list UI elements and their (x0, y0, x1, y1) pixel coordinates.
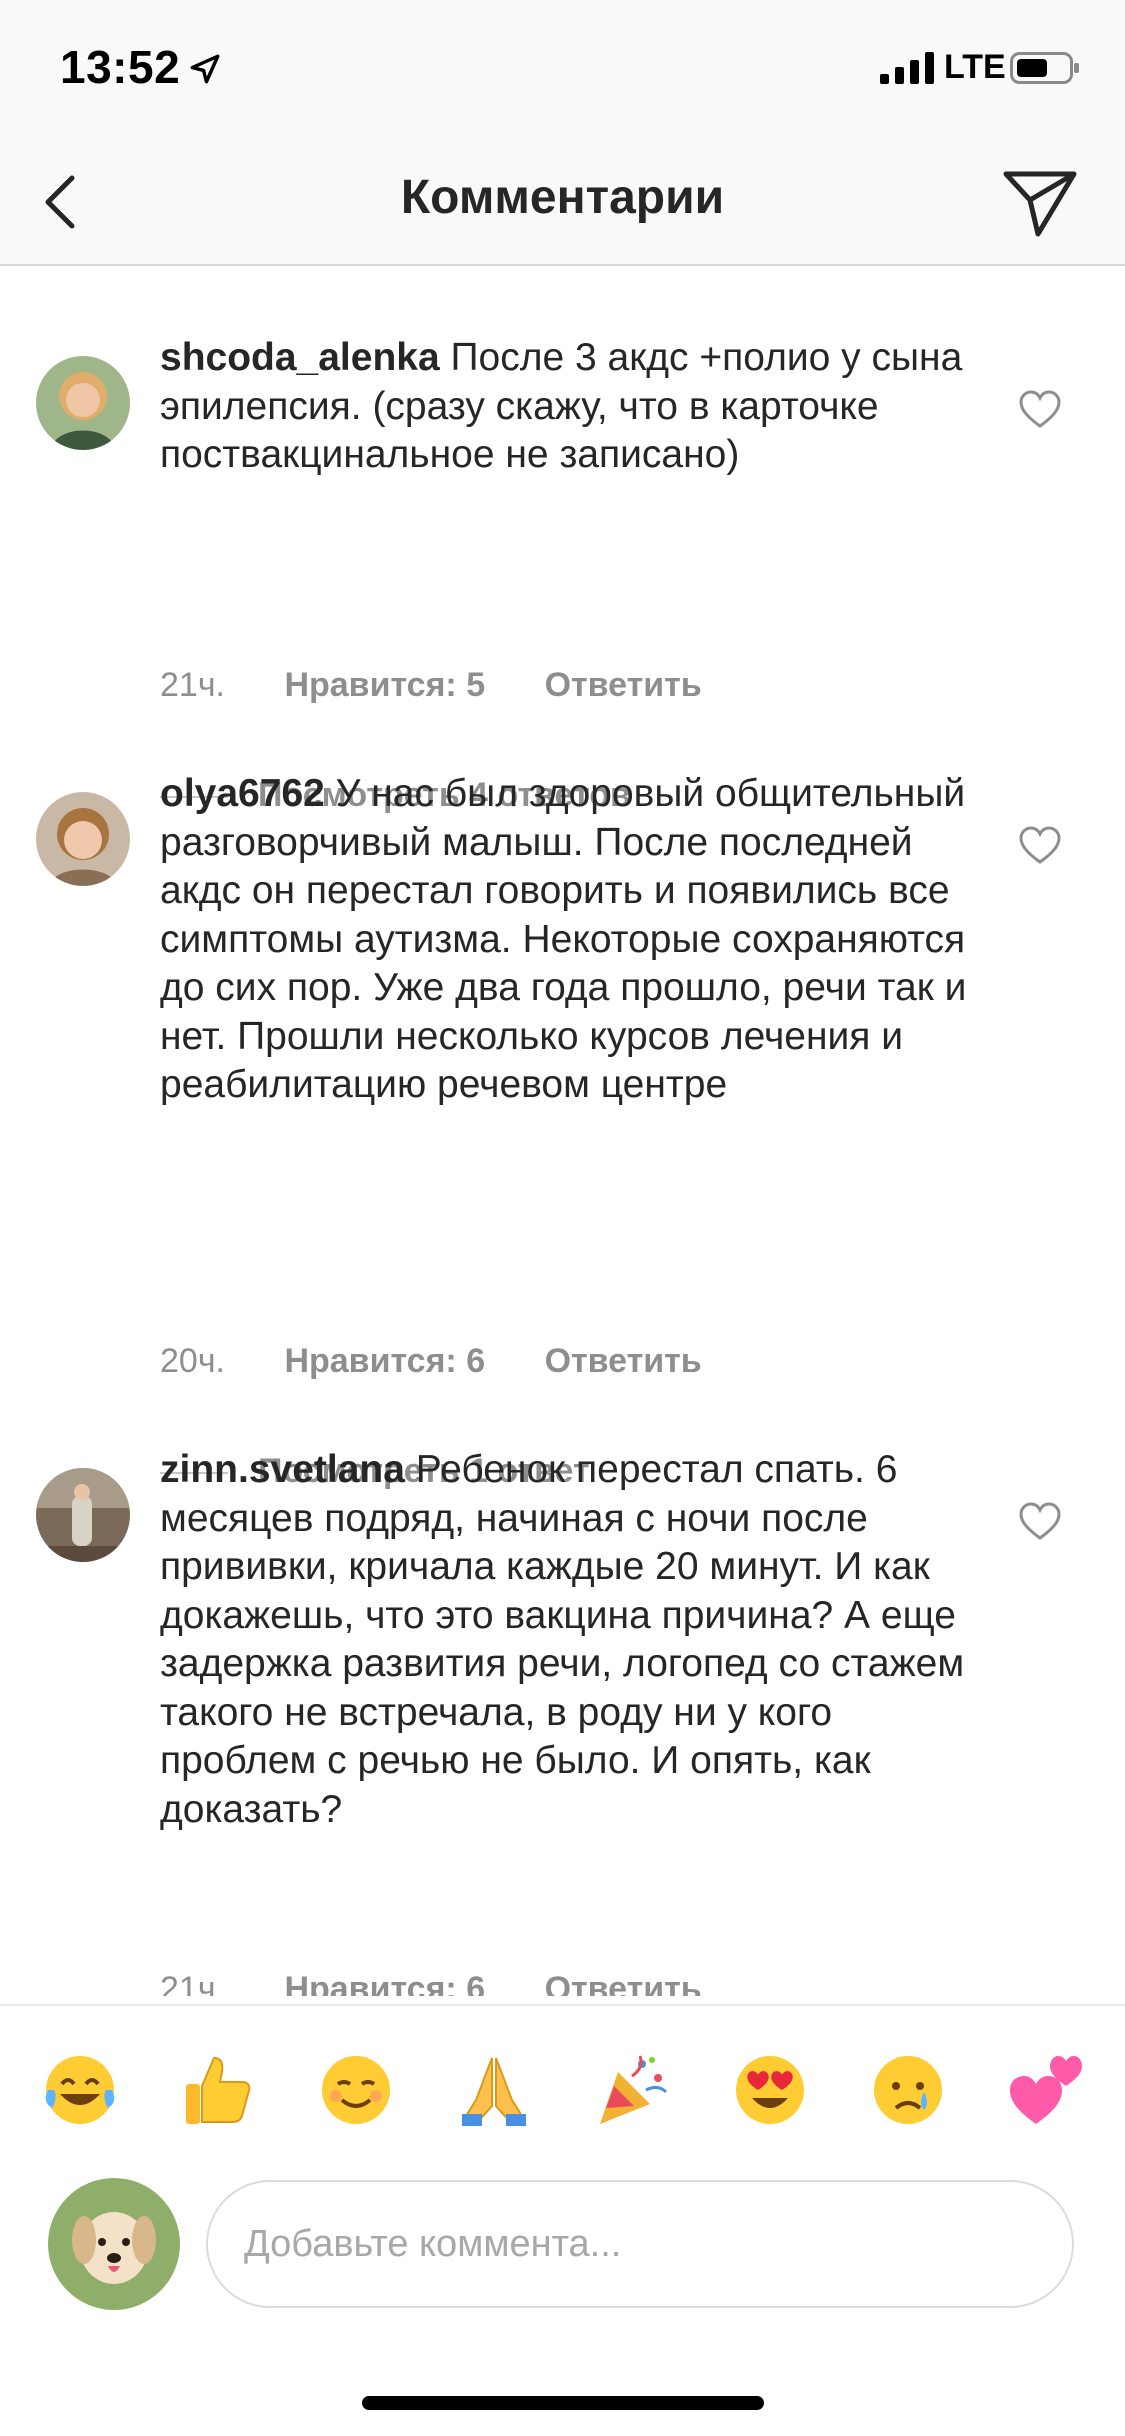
reply-button[interactable]: Ответить (545, 1970, 702, 1996)
avatar[interactable] (36, 356, 130, 450)
comment-time: 20ч. (160, 1342, 225, 1380)
comment-username[interactable]: shcoda_alenka (160, 336, 440, 379)
emoji-bar (0, 2004, 1125, 2166)
my-avatar (48, 2178, 180, 2310)
comment-username[interactable]: zinn.svetlana (160, 1448, 405, 1491)
comment-text: olya6762 У нас был здоровый общительный … (160, 770, 980, 1110)
reply-button[interactable]: Ответить (545, 1342, 702, 1381)
folded-hands-emoji-icon[interactable] (454, 2050, 534, 2130)
comment-likes[interactable]: Нравится: 5 (284, 666, 485, 705)
avatar[interactable] (36, 792, 130, 886)
status-time: 13:52 (60, 41, 181, 93)
crying-face-emoji-icon[interactable] (868, 2050, 948, 2130)
heart-icon[interactable] (1018, 1502, 1062, 1542)
smiling-emoji-icon[interactable] (316, 2050, 396, 2130)
comment-meta: 20ч. Нравится: 6 Ответить (160, 1342, 752, 1381)
comment-body: Ребенок перестал спать. 6 месяцев подряд… (160, 1448, 965, 1831)
location-arrow-icon (190, 54, 220, 84)
network-type: LTE (944, 48, 1006, 86)
nav-bar: Комментарии (0, 140, 1125, 266)
heart-eyes-emoji-icon[interactable] (730, 2050, 810, 2130)
comment-meta: 21ч. Нравится: 5 Ответить (160, 666, 752, 705)
cellular-signal-icon (880, 52, 934, 84)
comment-time: 21ч. (160, 1970, 225, 1996)
heart-icon[interactable] (1018, 390, 1062, 430)
battery-icon (1010, 52, 1079, 84)
comment-meta: 21ч. Нравится: 6 Ответить (160, 1970, 752, 1996)
comment-username[interactable]: olya6762 (160, 772, 325, 815)
comment-input[interactable] (206, 2180, 1074, 2308)
avatar[interactable] (36, 1468, 130, 1562)
status-bar: 13:52 LTE (0, 0, 1125, 140)
home-indicator (362, 2396, 764, 2410)
party-popper-emoji-icon[interactable] (592, 2050, 672, 2130)
tears-of-joy-emoji-icon[interactable] (40, 2050, 120, 2130)
comments-list[interactable]: shcoda_alenka После 3 акдс +полио у сына… (0, 266, 1125, 1996)
comment-likes[interactable]: Нравится: 6 (284, 1342, 485, 1381)
comment-body: У нас был здоровый общительный разговорч… (160, 772, 967, 1106)
two-hearts-emoji-icon[interactable] (1006, 2050, 1086, 2130)
thumbs-up-emoji-icon[interactable] (178, 2050, 258, 2130)
comment-composer (0, 2164, 1125, 2364)
heart-icon[interactable] (1018, 826, 1062, 866)
page-title: Комментарии (400, 171, 725, 224)
comment-text: shcoda_alenka После 3 акдс +полио у сына… (160, 334, 980, 480)
comment-time: 21ч. (160, 666, 225, 704)
reply-button[interactable]: Ответить (545, 666, 702, 705)
comment-text: zinn.svetlana Ребенок перестал спать. 6 … (160, 1446, 980, 1834)
paper-plane-icon[interactable] (1000, 160, 1080, 240)
comment-likes[interactable]: Нравится: 6 (284, 1970, 485, 1996)
